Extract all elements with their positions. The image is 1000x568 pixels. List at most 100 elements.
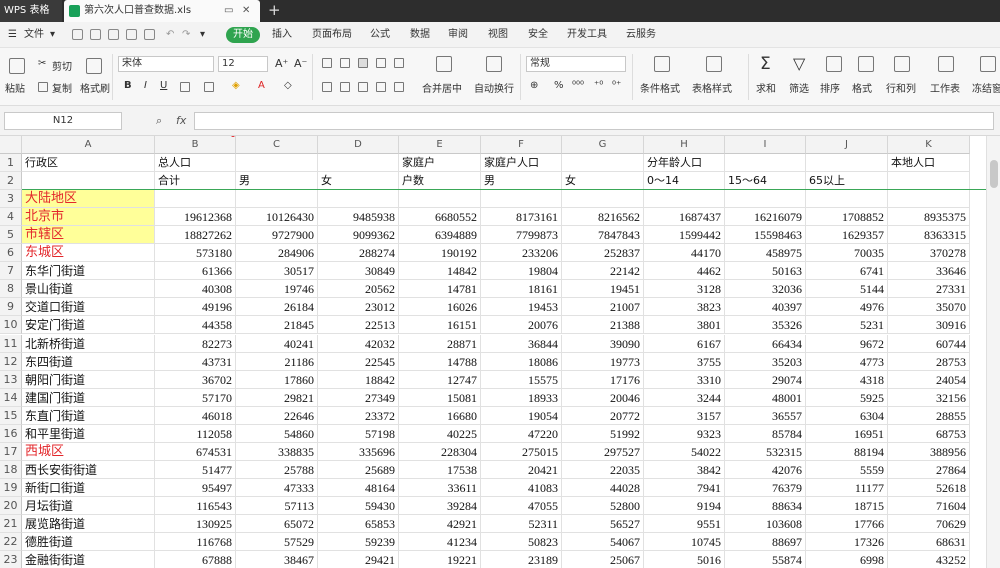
data-cell[interactable]: 44028 <box>562 478 644 497</box>
row-header[interactable]: 12 <box>0 352 22 371</box>
data-cell[interactable]: 18827262 <box>155 226 236 245</box>
data-cell[interactable]: 228304 <box>399 442 481 461</box>
data-cell[interactable]: 68753 <box>888 424 970 443</box>
data-cell[interactable]: 22646 <box>236 406 318 425</box>
data-cell[interactable]: 33646 <box>888 262 970 281</box>
row-header[interactable]: 16 <box>0 424 22 443</box>
file-menu[interactable]: 文件 <box>24 22 44 48</box>
data-cell[interactable]: 52800 <box>562 496 644 515</box>
data-cell[interactable]: 190192 <box>399 244 481 263</box>
data-cell[interactable]: 82273 <box>155 334 236 353</box>
data-cell[interactable]: 95497 <box>155 478 236 497</box>
data-cell[interactable]: 18086 <box>481 352 562 371</box>
data-cell[interactable]: 19804 <box>481 262 562 281</box>
data-cell[interactable]: 85784 <box>725 424 806 443</box>
data-cell[interactable]: 19773 <box>562 352 644 371</box>
align-right-icon[interactable] <box>358 82 368 92</box>
indent-icon[interactable] <box>376 58 386 68</box>
column-header[interactable]: H <box>644 136 725 154</box>
data-cell[interactable]: 47220 <box>481 424 562 443</box>
data-cell[interactable]: 57198 <box>318 424 399 443</box>
redo-icon[interactable]: ↷ <box>182 22 190 48</box>
data-cell[interactable]: 14788 <box>399 352 481 371</box>
cut-button[interactable]: 剪切 <box>52 58 72 73</box>
data-cell[interactable] <box>318 190 399 209</box>
data-cell[interactable]: 46018 <box>155 406 236 425</box>
data-cell[interactable]: 233206 <box>481 244 562 263</box>
region-name-cell[interactable]: 和平里街道 <box>22 424 155 443</box>
data-cell[interactable]: 21388 <box>562 316 644 335</box>
data-cell[interactable]: 25067 <box>562 551 644 568</box>
data-cell[interactable]: 20772 <box>562 406 644 425</box>
row-header[interactable]: 6 <box>0 244 22 263</box>
data-cell[interactable]: 48164 <box>318 478 399 497</box>
data-cell[interactable]: 54067 <box>562 533 644 552</box>
data-cell[interactable]: 65072 <box>236 515 318 534</box>
number-format-select[interactable]: 常规 <box>526 56 626 72</box>
data-cell[interactable] <box>644 190 725 209</box>
format-painter-button[interactable]: 格式刷 <box>80 80 110 95</box>
column-header[interactable]: K <box>888 136 970 154</box>
data-cell[interactable]: 36557 <box>725 406 806 425</box>
data-cell[interactable]: 3157 <box>644 406 725 425</box>
data-cell[interactable]: 19746 <box>236 280 318 299</box>
merge-center-icon[interactable] <box>436 56 452 72</box>
data-cell[interactable]: 30916 <box>888 316 970 335</box>
freeze-panes-icon[interactable] <box>980 56 996 72</box>
data-cell[interactable]: 7941 <box>644 478 725 497</box>
align-middle-icon[interactable] <box>340 58 350 68</box>
data-cell[interactable]: 9323 <box>644 424 725 443</box>
data-cell[interactable]: 28871 <box>399 334 481 353</box>
data-cell[interactable]: 6680552 <box>399 208 481 227</box>
data-cell[interactable]: 9727900 <box>236 226 318 245</box>
data-cell[interactable]: 17766 <box>806 515 888 534</box>
data-cell[interactable]: 4976 <box>806 298 888 317</box>
increase-font-icon[interactable]: A⁺ <box>275 57 288 70</box>
data-cell[interactable]: 36702 <box>155 370 236 389</box>
region-name-cell[interactable]: 景山街道 <box>22 280 155 299</box>
region-name-cell[interactable]: 交道口街道 <box>22 298 155 317</box>
header-cell[interactable]: 女 <box>562 172 644 191</box>
row-header[interactable]: 9 <box>0 298 22 317</box>
outdent-icon[interactable] <box>394 58 404 68</box>
highlight-icon[interactable]: ◈ <box>232 80 240 91</box>
data-cell[interactable]: 3823 <box>644 298 725 317</box>
percent-icon[interactable]: % <box>554 80 564 91</box>
data-cell[interactable]: 20046 <box>562 388 644 407</box>
header-cell[interactable] <box>888 172 970 191</box>
data-cell[interactable]: 6167 <box>644 334 725 353</box>
row-header[interactable]: 8 <box>0 280 22 299</box>
data-cell[interactable] <box>725 190 806 209</box>
font-color-icon[interactable]: A <box>258 80 265 91</box>
data-cell[interactable]: 5925 <box>806 388 888 407</box>
header-cell[interactable]: 女 <box>318 172 399 191</box>
row-header[interactable]: 7 <box>0 262 22 281</box>
data-cell[interactable]: 573180 <box>155 244 236 263</box>
merge-center-button[interactable]: 合并居中 <box>422 80 462 95</box>
data-cell[interactable]: 41234 <box>399 533 481 552</box>
format-icon[interactable] <box>858 56 874 72</box>
data-cell[interactable]: 32036 <box>725 280 806 299</box>
data-cell[interactable]: 20076 <box>481 316 562 335</box>
tab-page-layout[interactable]: 页面布局 <box>312 22 352 48</box>
data-cell[interactable]: 57170 <box>155 388 236 407</box>
paste-icon[interactable] <box>9 58 25 74</box>
app-name-tab[interactable]: WPS 表格 <box>0 0 62 22</box>
data-cell[interactable]: 21007 <box>562 298 644 317</box>
tab-review[interactable]: 审阅 <box>448 22 468 48</box>
format-button[interactable]: 格式 <box>852 80 872 95</box>
row-header[interactable]: 3 <box>0 190 22 209</box>
data-cell[interactable]: 116768 <box>155 533 236 552</box>
data-cell[interactable]: 7847843 <box>562 226 644 245</box>
data-cell[interactable]: 42076 <box>725 460 806 479</box>
insert-function-button[interactable]: fx <box>176 114 186 127</box>
data-cell[interactable]: 16951 <box>806 424 888 443</box>
data-cell[interactable]: 16026 <box>399 298 481 317</box>
data-cell[interactable]: 288274 <box>318 244 399 263</box>
chevron-down-icon[interactable]: ▾ <box>50 22 55 48</box>
data-cell[interactable]: 9099362 <box>318 226 399 245</box>
data-cell[interactable]: 57113 <box>236 496 318 515</box>
tab-developer[interactable]: 开发工具 <box>567 22 607 48</box>
worksheet-button[interactable]: 工作表 <box>930 80 960 95</box>
undo-icon[interactable]: ↶ <box>166 22 174 48</box>
